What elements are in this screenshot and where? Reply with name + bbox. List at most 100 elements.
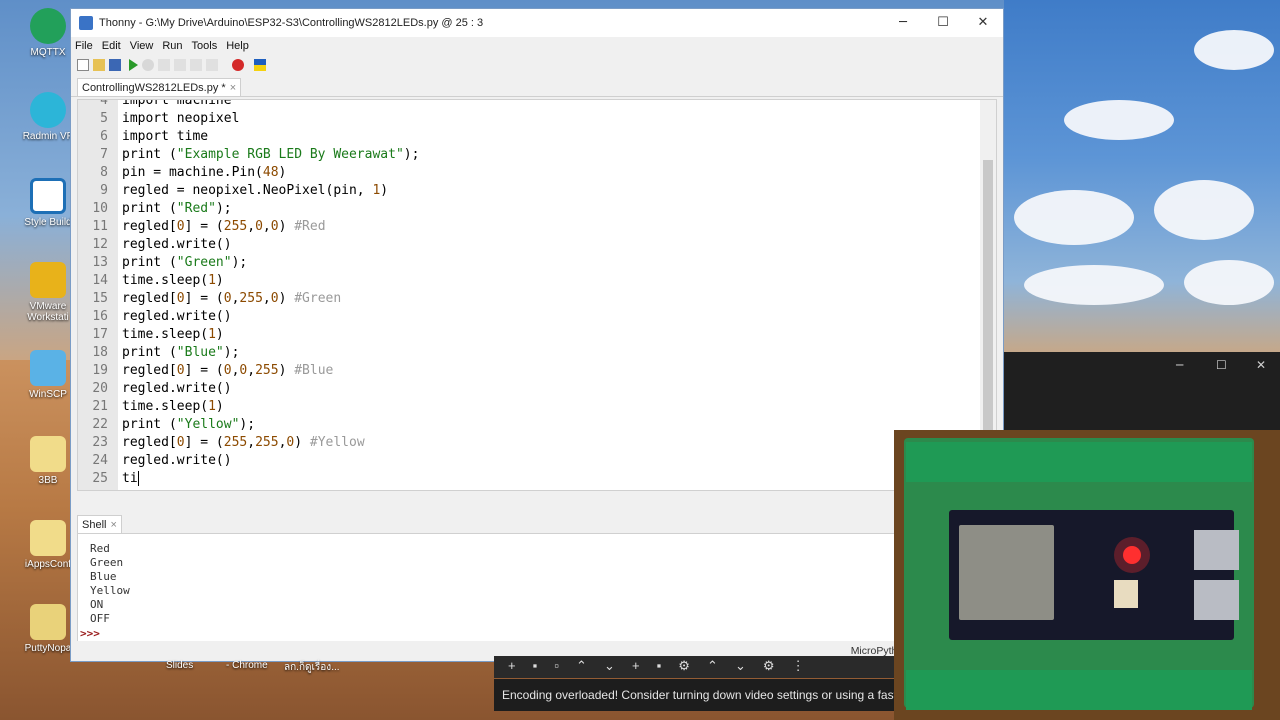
code-line[interactable]: 18 print ("Blue");	[78, 344, 996, 362]
token: 0	[223, 291, 232, 306]
resume-icon[interactable]	[206, 59, 218, 71]
line-source: time.sleep(1)	[122, 272, 224, 290]
gear-icon[interactable]: ⚙	[763, 658, 775, 673]
code-line[interactable]: 14 time.sleep(1)	[78, 272, 996, 290]
token: ,	[262, 291, 271, 306]
add-icon[interactable]: +	[508, 658, 516, 673]
new-file-icon[interactable]	[77, 59, 89, 71]
code-line[interactable]: 16 regled.write()	[78, 308, 996, 326]
code-line[interactable]: 6 import time	[78, 128, 996, 146]
maximize-icon[interactable]: ☐	[1216, 358, 1227, 372]
line-number: 25	[92, 471, 108, 486]
token: import	[122, 111, 169, 126]
token: )	[215, 327, 224, 342]
menu-run[interactable]: Run	[162, 40, 182, 52]
code-editor[interactable]: 4 import machine 5 import neopixel 6 import t…	[77, 99, 997, 491]
code-line[interactable]: 19 regled[0] = (0,0,255) #Blue	[78, 362, 996, 380]
more-icon[interactable]: ⋮	[792, 658, 805, 673]
code-line[interactable]: 23 regled[0] = (255,255,0) #Yellow	[78, 434, 996, 452]
line-source: regled.write()	[122, 380, 232, 398]
tab-close-icon[interactable]: ×	[230, 82, 236, 94]
menu-tools[interactable]: Tools	[192, 40, 218, 52]
code-line[interactable]: 20 regled.write()	[78, 380, 996, 398]
chevron-up-icon[interactable]: ⌃	[707, 658, 718, 673]
step-out-icon[interactable]	[190, 59, 202, 71]
code-line[interactable]: 10 print ("Red");	[78, 200, 996, 218]
code-line[interactable]: 12 regled.write()	[78, 236, 996, 254]
code-line[interactable]: 4 import machine	[78, 100, 996, 110]
menu-view[interactable]: View	[130, 40, 154, 52]
token: "Red"	[176, 201, 216, 216]
debug-icon[interactable]	[142, 59, 154, 71]
code-line[interactable]: 24 regled.write()	[78, 452, 996, 470]
token: regled[	[122, 219, 177, 234]
chevron-down-icon[interactable]: ⌄	[604, 658, 615, 673]
taskbar-label-thai[interactable]: ลก.ก็ดูเรื่อง...	[284, 660, 340, 675]
token: )	[215, 399, 224, 414]
filter-icon[interactable]: ▫	[554, 658, 559, 673]
shell-output-line: Blue	[90, 570, 117, 583]
token: 255	[223, 219, 248, 234]
minimize-button[interactable]: ─	[883, 9, 923, 37]
token: ,	[247, 219, 256, 234]
code-line[interactable]: 8 pin = machine.Pin(48)	[78, 164, 996, 182]
stop-icon[interactable]	[232, 59, 244, 71]
step-over-icon[interactable]	[158, 59, 170, 71]
chevron-down-icon[interactable]: ⌄	[735, 658, 746, 673]
code-line[interactable]: 21 time.sleep(1)	[78, 398, 996, 416]
step-into-icon[interactable]	[174, 59, 186, 71]
token: 255	[239, 291, 263, 306]
token: 0	[176, 219, 185, 234]
close-icon[interactable]: ✕	[1256, 358, 1266, 372]
code-line[interactable]: 11 regled[0] = (255,0,0) #Red	[78, 218, 996, 236]
taskbar-label-slides[interactable]: Slides	[166, 660, 193, 671]
shell-tab-close-icon[interactable]: ×	[110, 519, 116, 531]
token: time.sleep(	[122, 327, 209, 342]
maximize-button[interactable]: ☐	[923, 9, 963, 37]
close-button[interactable]: ✕	[963, 9, 1003, 37]
menu-edit[interactable]: Edit	[102, 40, 121, 52]
line-number: 10	[92, 201, 108, 216]
run-icon[interactable]	[129, 59, 138, 71]
add-icon[interactable]: +	[632, 658, 640, 673]
tab-shell[interactable]: Shell ×	[77, 515, 122, 533]
thonny-app-icon	[79, 16, 93, 30]
open-file-icon[interactable]	[93, 59, 105, 71]
trash-icon[interactable]: ▪	[533, 658, 538, 673]
code-line[interactable]: 15 regled[0] = (0,255,0) #Green	[78, 290, 996, 308]
window-title: Thonny - G:\My Drive\Arduino\ESP32-S3\Co…	[99, 17, 484, 29]
code-line[interactable]: 25 ti	[78, 470, 996, 488]
trash-icon[interactable]: ▪	[657, 658, 662, 673]
shell-output-line: OFF	[90, 612, 110, 625]
shell-output-line: Red	[90, 542, 110, 555]
code-line[interactable]: 7 print ("Example RGB LED By Weerawat");	[78, 146, 996, 164]
line-number: 5	[100, 111, 108, 126]
gear-icon[interactable]: ⚙	[678, 658, 690, 673]
code-line[interactable]: 9 regled = neopixel.NeoPixel(pin, 1)	[78, 182, 996, 200]
shell-output-line: Yellow	[90, 584, 130, 597]
menu-help[interactable]: Help	[226, 40, 249, 52]
code-line[interactable]: 5 import neopixel	[78, 110, 996, 128]
line-number: 21	[92, 399, 108, 414]
shell-panel[interactable]: Red Green Blue Yellow ON OFF >>>	[77, 533, 997, 643]
menu-file[interactable]: File	[75, 40, 93, 52]
line-source: regled.write()	[122, 308, 232, 326]
code-line[interactable]: 22 print ("Yellow");	[78, 416, 996, 434]
chevron-up-icon[interactable]: ⌃	[576, 658, 587, 673]
background-window: ─ ☐ ✕	[1004, 352, 1280, 432]
line-number: 16	[92, 309, 108, 324]
line-number: 11	[92, 219, 108, 234]
minimize-icon[interactable]: ─	[1176, 358, 1183, 372]
token: #Green	[294, 291, 342, 306]
token: regled.write()	[122, 237, 232, 252]
code-line[interactable]: 13 print ("Green");	[78, 254, 996, 272]
token: ,	[247, 435, 256, 450]
save-icon[interactable]	[109, 59, 121, 71]
token: 1	[208, 273, 216, 288]
ukraine-flag-icon[interactable]	[254, 59, 266, 71]
code-line[interactable]: 17 time.sleep(1)	[78, 326, 996, 344]
tab-controllingws2812leds[interactable]: ControllingWS2812LEDs.py * ×	[77, 78, 242, 96]
token: 255	[255, 435, 279, 450]
line-number: 13	[92, 255, 108, 270]
taskbar-label-chrome[interactable]: - Chrome	[226, 660, 268, 671]
